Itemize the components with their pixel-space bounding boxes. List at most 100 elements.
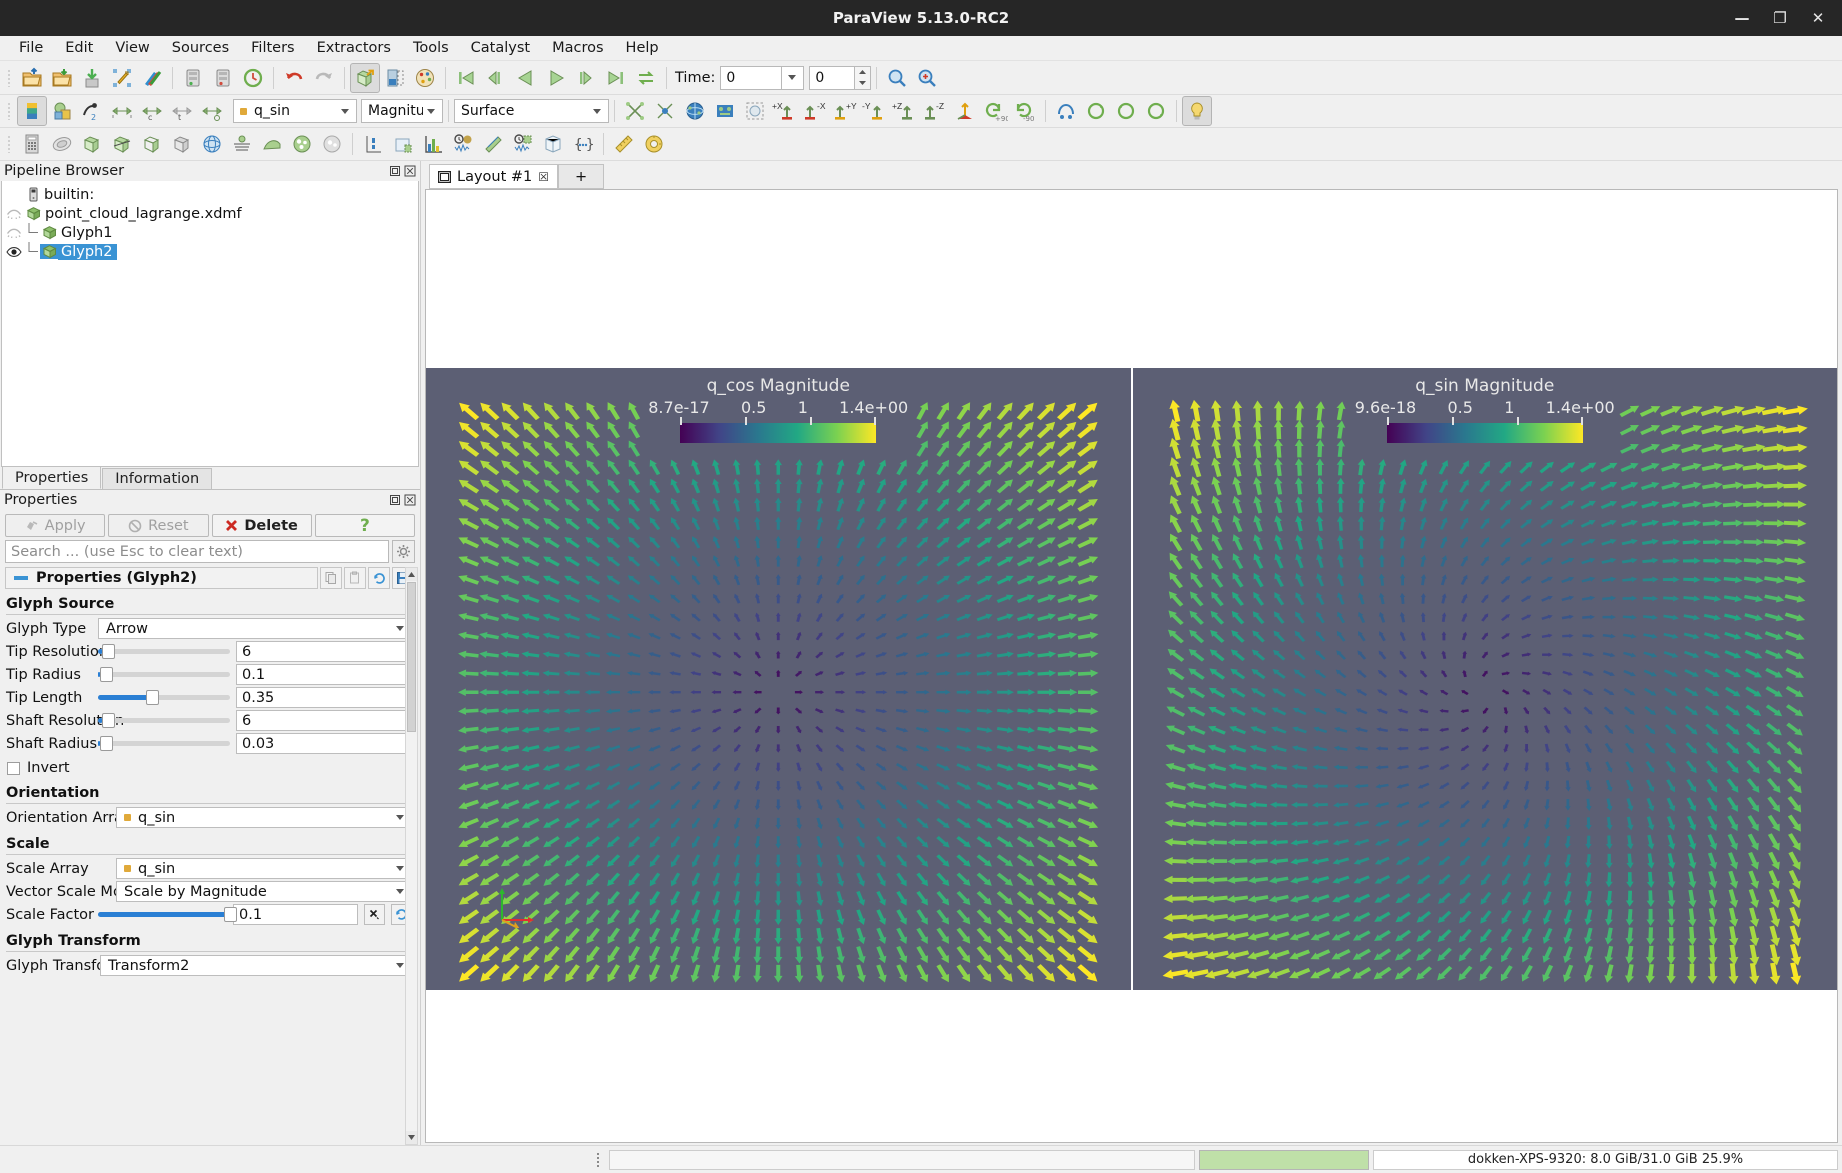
plot-selection-over-time-icon[interactable]	[508, 129, 538, 159]
glyph-type-combo[interactable]: Arrow	[98, 618, 412, 639]
zoom-to-data-icon[interactable]	[882, 63, 912, 93]
select-points-icon[interactable]	[740, 96, 770, 126]
tip-radius-slider[interactable]	[98, 664, 230, 685]
group-datasets-icon[interactable]	[287, 129, 317, 159]
contour-filter-icon[interactable]	[47, 129, 77, 159]
rotate-camera-icon[interactable]	[680, 96, 710, 126]
component-combo[interactable]: Magnitude	[361, 99, 443, 123]
rotate-cw-90-icon[interactable]: -90	[1010, 96, 1040, 126]
camera-plus-x-icon[interactable]: +X	[770, 96, 800, 126]
delete-button[interactable]: Delete	[211, 514, 312, 537]
protractor-icon[interactable]	[639, 129, 669, 159]
tip-length-input[interactable]: 0.35	[236, 687, 412, 708]
time-input[interactable]: 0	[720, 65, 783, 90]
camera-rotate-3-icon[interactable]	[1141, 96, 1171, 126]
disconnect-server-icon[interactable]	[208, 63, 238, 93]
visibility-toggle-glyph2[interactable]	[4, 246, 24, 258]
frame-spinner[interactable]	[855, 65, 872, 90]
properties-header-title[interactable]: Properties (Glyph2)	[5, 567, 318, 589]
layout-tab-close-icon[interactable]: ☒	[538, 170, 549, 184]
slice-filter-icon[interactable]	[107, 129, 137, 159]
pipeline-item-point-cloud[interactable]: point_cloud_lagrange.xdmf	[2, 204, 418, 223]
rotate-ccw-90-icon[interactable]: +90	[980, 96, 1010, 126]
shaft-resolution-input[interactable]: 6	[236, 710, 412, 731]
paste-properties-icon[interactable]	[344, 567, 366, 589]
camera-plus-y-icon[interactable]: +Y	[830, 96, 860, 126]
help-button[interactable]: ?	[314, 514, 415, 537]
render-view-right[interactable]: q_sin Magnitude 9.6e-18 0.5 1 1.4e+00	[1132, 368, 1837, 990]
pipeline-item-glyph1[interactable]: Glyph1	[2, 223, 418, 242]
select-surface-cells-icon[interactable]	[710, 96, 740, 126]
tip-length-slider[interactable]	[98, 687, 230, 708]
show-center-axes-icon[interactable]	[620, 96, 650, 126]
pipeline-item-glyph2[interactable]: Glyph2	[2, 242, 418, 261]
warp-filter-icon[interactable]	[257, 129, 287, 159]
apply-button[interactable]: Apply	[5, 514, 106, 537]
camera-rotate-1-icon[interactable]	[1081, 96, 1111, 126]
edit-color-map-icon[interactable]	[47, 96, 77, 126]
restore-defaults-icon[interactable]	[368, 567, 390, 589]
last-frame-icon[interactable]	[601, 63, 631, 93]
menu-extractors[interactable]: Extractors	[306, 37, 402, 59]
status-grip-icon[interactable]	[593, 1151, 605, 1169]
properties-scroll-area[interactable]: Properties (Glyph2) Glyph Source Glyph T…	[0, 567, 420, 1145]
redo-icon[interactable]	[309, 63, 339, 93]
reset-session-icon[interactable]	[238, 63, 268, 93]
menu-macros[interactable]: Macros	[541, 37, 614, 59]
close-button[interactable]: ✕	[1800, 3, 1836, 33]
camera-plus-z-icon[interactable]: +Z	[890, 96, 920, 126]
save-state-icon[interactable]	[77, 63, 107, 93]
color-array-combo[interactable]: q_sin	[233, 99, 357, 123]
plot-data-icon[interactable]	[358, 129, 388, 159]
slice-view-icon[interactable]	[538, 129, 568, 159]
next-frame-icon[interactable]	[571, 63, 601, 93]
reset-button[interactable]: Reset	[108, 514, 209, 537]
connect-icon[interactable]	[137, 63, 167, 93]
undo-icon[interactable]	[279, 63, 309, 93]
rescale-temporal-range-icon[interactable]: t	[167, 96, 197, 126]
search-input[interactable]: Search ... (use Esc to clear text)	[5, 540, 389, 563]
python-shell-icon[interactable]: {}	[568, 129, 598, 159]
stream-tracer-icon[interactable]	[227, 129, 257, 159]
tip-radius-input[interactable]: 0.1	[236, 664, 412, 685]
scroll-down-icon[interactable]	[406, 1131, 417, 1144]
toolbar-grip[interactable]	[5, 66, 14, 90]
layout-tab-1[interactable]: Layout #1 ☒	[429, 164, 559, 189]
tip-resolution-input[interactable]: 6	[236, 641, 412, 662]
tab-information[interactable]: Information	[102, 468, 213, 489]
pipeline-item-builtin[interactable]: builtin:	[2, 185, 418, 204]
save-data-icon[interactable]	[47, 63, 77, 93]
plot-over-time-icon[interactable]	[448, 129, 478, 159]
loop-icon[interactable]	[631, 63, 661, 93]
rescale-custom-range-icon[interactable]: c	[137, 96, 167, 126]
pipeline-close-icon[interactable]	[403, 165, 416, 178]
shaft-resolution-slider[interactable]	[98, 710, 230, 731]
visibility-toggle-glyph1[interactable]	[4, 227, 24, 238]
pipeline-browser[interactable]: builtin: point_cloud_lagrange.xdmf Glyph…	[1, 181, 419, 467]
color-legend-icon[interactable]	[17, 96, 47, 126]
menu-help[interactable]: Help	[615, 37, 670, 59]
menu-filters[interactable]: Filters	[240, 37, 305, 59]
scalar-bar-left[interactable]	[680, 423, 877, 443]
menu-file[interactable]: File	[8, 37, 54, 59]
properties-float-icon[interactable]	[388, 494, 401, 507]
calculator-filter-icon[interactable]	[17, 129, 47, 159]
camera-minus-y-icon[interactable]: -Y	[860, 96, 890, 126]
extract-level-icon[interactable]	[317, 129, 347, 159]
menu-catalyst[interactable]: Catalyst	[460, 37, 541, 59]
zoom-closest-icon[interactable]	[912, 63, 942, 93]
shaft-radius-input[interactable]: 0.03	[236, 733, 412, 754]
open-file-icon[interactable]	[17, 63, 47, 93]
tab-properties[interactable]: Properties	[2, 466, 102, 489]
properties-scrollbar[interactable]	[405, 567, 418, 1145]
orientation-array-combo[interactable]: q_sin	[116, 807, 412, 828]
play-icon[interactable]	[541, 63, 571, 93]
threshold-filter-icon[interactable]	[137, 129, 167, 159]
rescale-visible-range-icon[interactable]	[197, 96, 227, 126]
gear-icon[interactable]	[392, 540, 415, 563]
scalar-bar-right[interactable]	[1386, 423, 1583, 443]
camera-isometric-icon[interactable]	[950, 96, 980, 126]
connect-server-icon[interactable]	[178, 63, 208, 93]
scale-factor-slider[interactable]	[98, 904, 237, 925]
menu-view[interactable]: View	[104, 37, 160, 59]
